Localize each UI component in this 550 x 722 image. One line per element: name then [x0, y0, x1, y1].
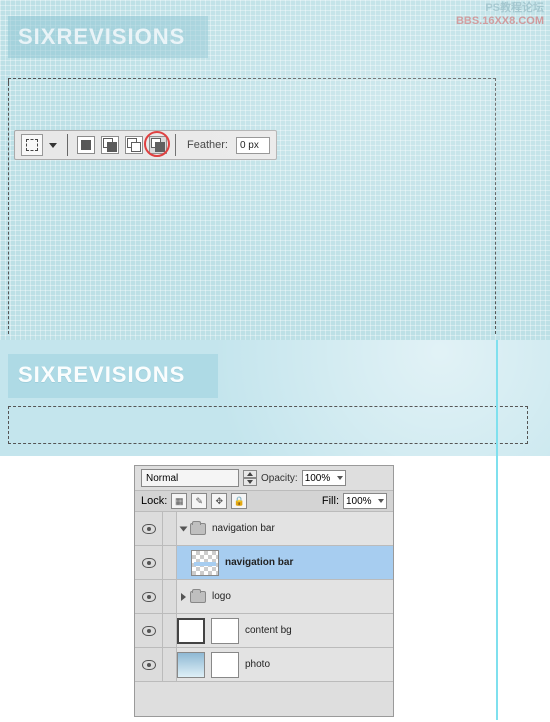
- highlight-circle-icon: [144, 131, 170, 157]
- watermark-line1: PS教程论坛: [456, 2, 544, 15]
- opacity-value: 100%: [305, 473, 331, 484]
- intersect-selection-button[interactable]: [149, 136, 167, 154]
- layer-thumbnail[interactable]: [177, 652, 205, 678]
- watermark-a: BBS.16: [456, 15, 495, 27]
- subtract-from-selection-button[interactable]: [125, 136, 143, 154]
- eye-icon: [142, 592, 156, 602]
- layer-thumbnail[interactable]: [191, 550, 219, 576]
- layer-row[interactable]: navigation bar: [135, 546, 393, 580]
- layer-name[interactable]: navigation bar: [225, 557, 293, 568]
- chevron-down-icon: [378, 499, 384, 503]
- lock-label: Lock:: [141, 495, 167, 507]
- visibility-toggle[interactable]: [135, 648, 163, 681]
- visibility-toggle[interactable]: [135, 546, 163, 579]
- logo-selection-box: [8, 16, 208, 58]
- layer-row[interactable]: content bg: [135, 614, 393, 648]
- lock-all-icon[interactable]: 🔒: [231, 493, 247, 509]
- opacity-label: Opacity:: [261, 473, 298, 484]
- lock-image-icon[interactable]: ✎: [191, 493, 207, 509]
- blend-mode-stepper[interactable]: [243, 470, 257, 486]
- layer-name[interactable]: navigation bar: [212, 523, 275, 534]
- feather-label: Feather:: [185, 139, 230, 151]
- logo-text-mid: SIXREVISIONS: [18, 362, 185, 388]
- canvas-middle[interactable]: SIXREVISIONS: [0, 340, 550, 456]
- visibility-toggle[interactable]: [135, 614, 163, 647]
- layers-list: navigation bar navigation bar logo conte…: [135, 512, 393, 682]
- vertical-guide[interactable]: [496, 340, 498, 720]
- disclosure-triangle-icon[interactable]: [181, 593, 186, 601]
- eye-icon: [142, 558, 156, 568]
- layer-row[interactable]: photo: [135, 648, 393, 682]
- blend-mode-select[interactable]: Normal: [141, 469, 239, 487]
- folder-icon: [190, 591, 206, 603]
- layers-panel: Normal Opacity: 100% Lock: ▦ ✎ ✥ 🔒 Fill:…: [134, 465, 394, 717]
- layer-mask-thumbnail[interactable]: [211, 652, 239, 678]
- chevron-down-icon: [337, 476, 343, 480]
- feather-input[interactable]: [236, 137, 270, 154]
- watermark-b: 8.COM: [509, 15, 544, 27]
- layer-mask-thumbnail[interactable]: [211, 618, 239, 644]
- watermark: PS教程论坛 BBS.16XX8.COM: [456, 2, 544, 28]
- add-to-selection-button[interactable]: [101, 136, 119, 154]
- lock-position-icon[interactable]: ✥: [211, 493, 227, 509]
- logo-text-top: SIXREVISIONS: [18, 24, 185, 50]
- link-cell[interactable]: [163, 614, 177, 647]
- fill-value: 100%: [346, 496, 372, 507]
- fill-label: Fill:: [322, 495, 339, 507]
- marquee-selection-mid: [8, 406, 528, 444]
- layers-panel-top: Normal Opacity: 100%: [135, 466, 393, 490]
- blend-mode-value: Normal: [146, 473, 178, 484]
- rectangular-marquee-tool-icon[interactable]: [21, 134, 43, 156]
- eye-icon: [142, 626, 156, 636]
- marquee-selection-top: [8, 78, 496, 334]
- layers-lock-row: Lock: ▦ ✎ ✥ 🔒 Fill: 100%: [135, 490, 393, 512]
- marquee-options-bar: Feather:: [14, 130, 277, 160]
- link-cell[interactable]: [163, 512, 177, 545]
- layer-thumbnail[interactable]: [177, 618, 205, 644]
- separator: [175, 134, 177, 156]
- eye-icon: [142, 660, 156, 670]
- visibility-toggle[interactable]: [135, 512, 163, 545]
- tool-preset-dropdown[interactable]: [49, 143, 57, 148]
- link-cell[interactable]: [163, 648, 177, 681]
- layer-name[interactable]: photo: [245, 659, 270, 670]
- link-cell[interactable]: [163, 546, 177, 579]
- lock-transparency-icon[interactable]: ▦: [171, 493, 187, 509]
- link-cell[interactable]: [163, 580, 177, 613]
- folder-icon: [190, 523, 206, 535]
- visibility-toggle[interactable]: [135, 580, 163, 613]
- layer-name[interactable]: content bg: [245, 625, 292, 636]
- layer-name[interactable]: logo: [212, 591, 231, 602]
- layer-group-row[interactable]: logo: [135, 580, 393, 614]
- canvas-top[interactable]: PS教程论坛 BBS.16XX8.COM SIXREVISIONS Feathe…: [0, 0, 550, 340]
- fill-field[interactable]: 100%: [343, 493, 387, 509]
- eye-icon: [142, 524, 156, 534]
- watermark-x: XX: [494, 15, 509, 27]
- watermark-line2: BBS.16XX8.COM: [456, 15, 544, 28]
- disclosure-triangle-icon[interactable]: [180, 526, 188, 531]
- new-selection-button[interactable]: [77, 136, 95, 154]
- separator: [67, 134, 69, 156]
- opacity-field[interactable]: 100%: [302, 470, 346, 486]
- layer-group-row[interactable]: navigation bar: [135, 512, 393, 546]
